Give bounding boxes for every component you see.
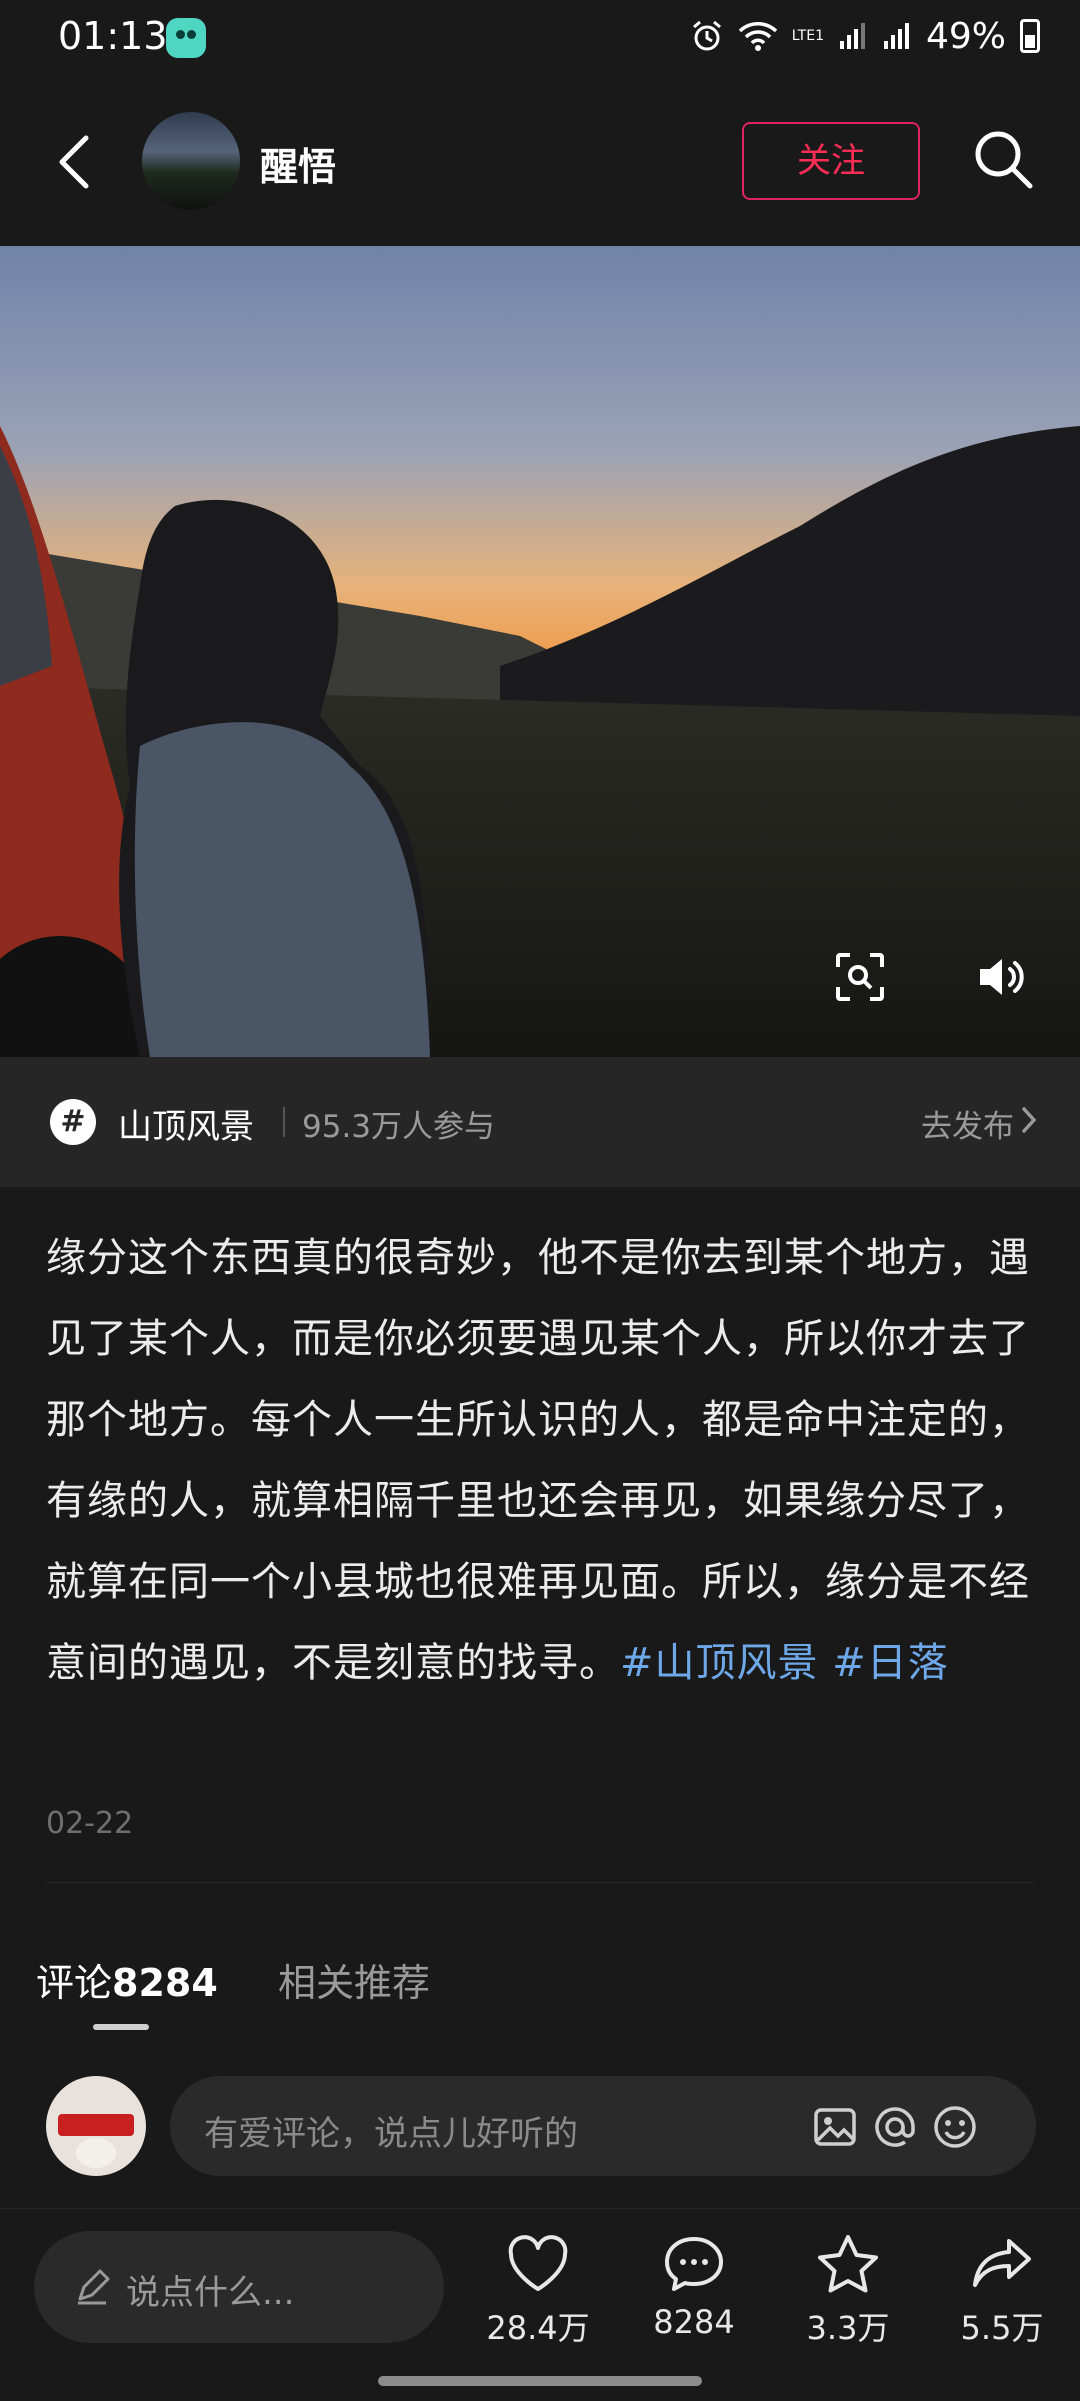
alarm-icon xyxy=(692,20,721,51)
comment-icon xyxy=(665,2237,723,2291)
comment-count: 8284 xyxy=(653,2303,735,2341)
post-image[interactable] xyxy=(0,246,1080,1057)
comment-placeholder: 有爱评论，说点儿好听的 xyxy=(204,2114,578,2154)
topic-participants: 95.3万人参与 xyxy=(302,1109,496,1145)
favorite-button[interactable]: 3.3万 xyxy=(778,2233,918,2349)
mention-icon[interactable] xyxy=(870,2102,920,2152)
home-indicator[interactable] xyxy=(378,2376,702,2386)
chevron-right-icon xyxy=(1022,1107,1037,1133)
favorite-count: 3.3万 xyxy=(806,2309,890,2347)
topic-bar[interactable]: # 山顶风景 95.3万人参与 去发布 xyxy=(0,1057,1080,1187)
post-header: 醒悟 关注 xyxy=(0,76,1080,246)
like-count: 28.4万 xyxy=(486,2309,590,2347)
hashtag-icon: # xyxy=(50,1099,96,1145)
search-icon[interactable] xyxy=(970,126,1036,192)
comment-button[interactable]: 8284 xyxy=(624,2233,764,2341)
share-icon xyxy=(973,2239,1031,2287)
pencil-icon xyxy=(78,2269,110,2305)
sunset-photo xyxy=(0,246,1080,1057)
author-avatar[interactable] xyxy=(142,112,240,210)
user-avatar[interactable] xyxy=(46,2076,146,2176)
say-something-input[interactable]: 说点什么... xyxy=(34,2231,444,2343)
hashtag-link[interactable]: #山顶风景 xyxy=(620,1640,819,1686)
tab-comments-count: 8284 xyxy=(112,1961,218,2005)
post-text: 缘分这个东西真的很奇妙，他不是你去到某个地方，遇见了某个人，而是你必须要遇见某个… xyxy=(46,1235,1030,1686)
tab-indicator xyxy=(93,2024,149,2030)
emoji-icon[interactable] xyxy=(930,2102,980,2152)
wifi-icon xyxy=(738,22,778,51)
tab-related[interactable]: 相关推荐 xyxy=(278,1952,430,2007)
volte-label: LTE1 xyxy=(791,28,824,44)
signal-icon xyxy=(839,23,865,49)
comment-input[interactable]: 有爱评论，说点儿好听的 xyxy=(170,2076,1036,2176)
tab-comments[interactable]: 评论8284 xyxy=(36,1952,218,2007)
topic-name: 山顶风景 xyxy=(118,1107,254,1147)
post-date: 02-22 xyxy=(46,1806,134,1841)
status-time: 01:13 xyxy=(58,14,168,58)
back-icon[interactable] xyxy=(48,132,108,192)
signal-icon-2 xyxy=(883,23,909,49)
status-icons: LTE1 49% xyxy=(690,14,1040,58)
author-name[interactable]: 醒悟 xyxy=(260,136,336,191)
topic-divider xyxy=(283,1107,285,1137)
status-bar: 01:13 LTE1 49% xyxy=(0,0,1080,76)
image-search-icon[interactable] xyxy=(830,947,890,1007)
go-publish-link[interactable]: 去发布 xyxy=(921,1101,1014,1146)
volume-icon[interactable] xyxy=(970,947,1030,1007)
hashtag-link[interactable]: #日落 xyxy=(832,1640,949,1686)
say-placeholder: 说点什么... xyxy=(126,2273,295,2313)
star-icon xyxy=(818,2235,878,2293)
battery-icon xyxy=(1020,19,1040,53)
app-notification-icon xyxy=(166,18,206,58)
battery-percent: 49% xyxy=(925,15,1006,57)
bottom-action-bar: 说点什么... 28.4万 8284 3.3万 5.5万 xyxy=(0,2208,1080,2401)
like-button[interactable]: 28.4万 xyxy=(468,2233,608,2349)
image-icon[interactable] xyxy=(810,2102,860,2152)
share-count: 5.5万 xyxy=(960,2309,1044,2347)
tab-comments-label: 评论 xyxy=(36,1961,113,2005)
share-button[interactable]: 5.5万 xyxy=(932,2233,1072,2349)
heart-icon xyxy=(508,2235,568,2291)
divider xyxy=(46,1882,1034,1883)
image-controls xyxy=(830,947,1080,1007)
post-body: 缘分这个东西真的很奇妙，他不是你去到某个地方，遇见了某个人，而是你必须要遇见某个… xyxy=(46,1218,1042,1704)
follow-button[interactable]: 关注 xyxy=(742,122,920,200)
